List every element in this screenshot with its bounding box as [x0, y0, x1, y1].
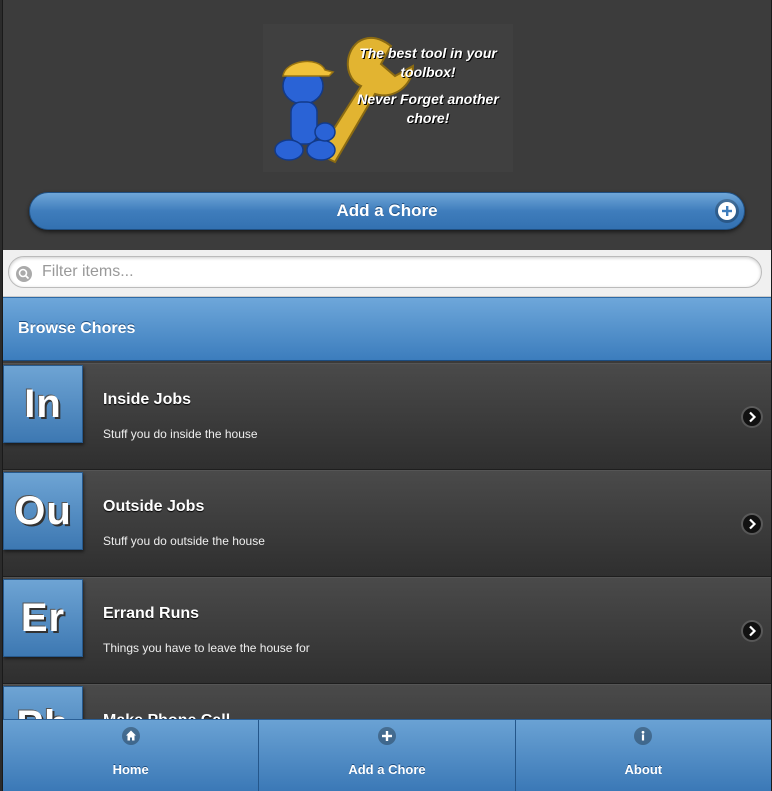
- list-item-errand-runs[interactable]: Er Errand Runs Things you have to leave …: [3, 577, 771, 684]
- banner-image: The best tool in your toolbox! Never For…: [263, 24, 513, 172]
- add-chore-button[interactable]: Add a Chore: [29, 192, 745, 230]
- list-item-thumbnail: Er: [3, 579, 83, 657]
- bottom-navbar: Home Add a Chore About: [3, 719, 771, 791]
- header: The best tool in your toolbox! Never For…: [3, 0, 771, 250]
- list-item-title: Inside Jobs: [103, 391, 192, 408]
- home-icon: [121, 727, 140, 745]
- nav-home[interactable]: Home: [3, 720, 260, 791]
- list-item-inside-jobs[interactable]: In Inside Jobs Stuff you do inside the h…: [3, 363, 771, 470]
- nav-add-chore[interactable]: Add a Chore: [259, 720, 516, 791]
- list-item-title: Outside Jobs: [103, 498, 205, 515]
- app-frame: The best tool in your toolbox! Never For…: [2, 0, 772, 791]
- filter-bar: [3, 250, 771, 297]
- nav-label: About: [624, 762, 663, 777]
- banner-tagline: The best tool in your toolbox! Never For…: [343, 44, 513, 128]
- chevron-right-icon: [743, 408, 761, 426]
- search-icon: [16, 266, 32, 282]
- add-chore-button-label: Add a Chore: [336, 201, 438, 220]
- filter-input[interactable]: [8, 256, 762, 288]
- nav-about[interactable]: About: [516, 720, 771, 791]
- chevron-right-icon: [743, 622, 761, 640]
- list-item-description: Stuff you do outside the house: [103, 534, 265, 548]
- plus-icon: [718, 202, 736, 220]
- list-item-description: Stuff you do inside the house: [103, 427, 258, 441]
- list-item-description: Things you have to leave the house for: [103, 641, 310, 655]
- list-item-thumbnail: In: [3, 365, 83, 443]
- nav-label: Home: [112, 762, 149, 777]
- banner-tagline-1: The best tool in your toolbox!: [359, 45, 497, 80]
- list-item-thumbnail: Ou: [3, 472, 83, 550]
- nav-label: Add a Chore: [348, 762, 426, 777]
- banner-tagline-2: Never Forget another chore!: [357, 91, 499, 126]
- list-divider: Browse Chores: [3, 297, 771, 361]
- plus-icon: [377, 727, 396, 745]
- list-item-outside-jobs[interactable]: Ou Outside Jobs Stuff you do outside the…: [3, 470, 771, 577]
- list-item-title: Errand Runs: [103, 605, 200, 622]
- chevron-right-icon: [743, 515, 761, 533]
- info-icon: [634, 727, 653, 745]
